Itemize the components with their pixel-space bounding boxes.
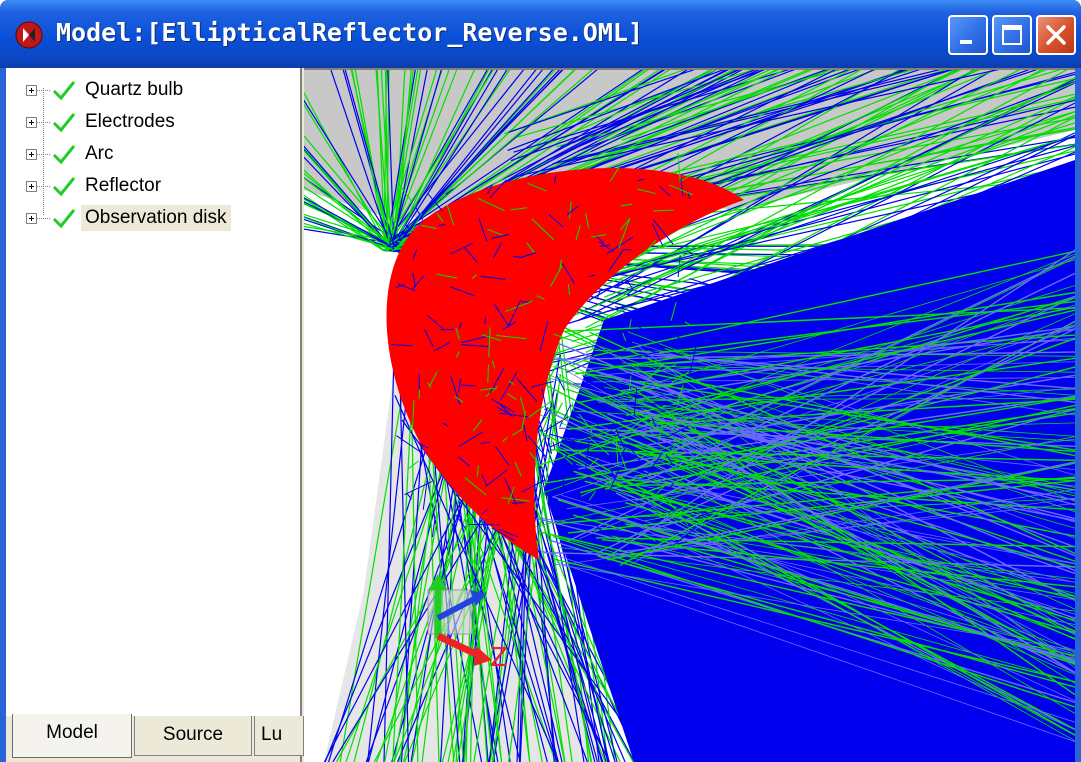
- tree-item-label: Observation disk: [81, 205, 231, 231]
- tree-item-label: Quartz bulb: [85, 79, 184, 100]
- tab-lu[interactable]: Lu: [254, 716, 304, 756]
- expand-icon[interactable]: [26, 84, 37, 96]
- window-title: Model:[EllipticalReflector_Reverse.OML]: [56, 18, 643, 47]
- tree-dots: [37, 121, 51, 123]
- 3d-viewport[interactable]: Z: [304, 68, 1075, 762]
- tab-model[interactable]: Model: [12, 714, 132, 758]
- expand-icon[interactable]: [26, 116, 37, 128]
- tree-item-quartz-bulb[interactable]: Quartz bulb: [18, 74, 231, 106]
- tree-item-observation-disk[interactable]: Observation disk: [18, 202, 231, 234]
- expand-icon[interactable]: [26, 180, 37, 192]
- ray-line: [487, 364, 489, 383]
- minimize-button[interactable]: [948, 15, 988, 55]
- close-button[interactable]: [1036, 15, 1076, 55]
- minimize-icon: [960, 40, 972, 44]
- tree-dots: [37, 153, 51, 155]
- ray-line: [468, 523, 501, 526]
- tree-dots: [37, 89, 51, 91]
- check-icon: [52, 177, 76, 197]
- tree-item-arc[interactable]: Arc: [18, 138, 231, 170]
- check-icon: [52, 209, 76, 229]
- tree-item-electrodes[interactable]: Electrodes: [18, 106, 231, 138]
- maximize-button[interactable]: [992, 15, 1032, 55]
- maximize-icon: [1002, 25, 1022, 45]
- close-icon: [1046, 25, 1066, 45]
- title-bar[interactable]: Model:[EllipticalReflector_Reverse.OML]: [0, 0, 1081, 68]
- panel-tabs: Model Source Lu: [6, 714, 304, 762]
- check-icon: [52, 113, 76, 133]
- ray-trace-scene[interactable]: Z: [304, 70, 1075, 762]
- tree-item-label: Reflector: [85, 175, 162, 196]
- app-icon[interactable]: [14, 20, 44, 50]
- z-axis-label: Z: [490, 643, 508, 673]
- tree-item-label: Electrodes: [85, 111, 175, 132]
- check-icon: [52, 145, 76, 165]
- tab-source[interactable]: Source: [134, 716, 252, 756]
- model-tree-panel: Quartz bulb Electrodes Arc Reflector Obs…: [6, 68, 304, 762]
- tree-dots: [37, 185, 51, 187]
- model-tree: Quartz bulb Electrodes Arc Reflector Obs…: [18, 74, 231, 234]
- window-client-area: Quartz bulb Electrodes Arc Reflector Obs…: [6, 68, 1075, 762]
- expand-icon[interactable]: [26, 212, 37, 224]
- check-icon: [52, 81, 76, 101]
- tree-item-reflector[interactable]: Reflector: [18, 170, 231, 202]
- expand-icon[interactable]: [26, 148, 37, 160]
- tree-item-label: Arc: [85, 143, 114, 164]
- model-window: Model:[EllipticalReflector_Reverse.OML]: [0, 0, 1081, 762]
- tree-dots: [37, 217, 51, 219]
